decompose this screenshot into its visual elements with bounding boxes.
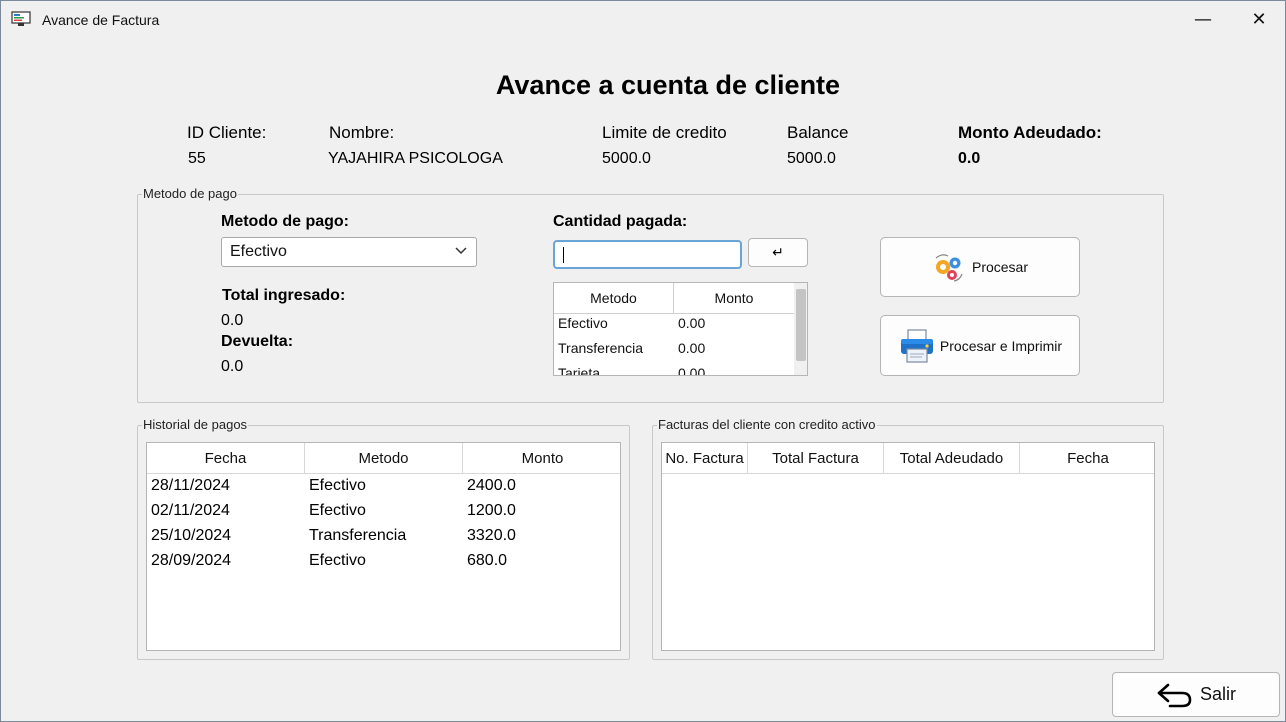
history-date: 02/11/2024 bbox=[151, 502, 230, 519]
amount-paid-input[interactable] bbox=[553, 240, 742, 269]
credit-limit-label: Limite de credito bbox=[602, 123, 727, 142]
monitor-icon bbox=[11, 11, 31, 26]
summary-row[interactable]: Efectivo 0.00 bbox=[554, 314, 794, 339]
owed-amount-value: 0.0 bbox=[958, 150, 981, 167]
amount-paid-label: Cantidad pagada: bbox=[553, 213, 688, 230]
history-method: Efectivo bbox=[309, 477, 366, 494]
summary-amount: 0.00 bbox=[678, 340, 706, 356]
minimize-button[interactable]: — bbox=[1175, 1, 1231, 37]
active-invoices-table[interactable]: No. Factura Total Factura Total Adeudado… bbox=[661, 442, 1155, 651]
close-button[interactable]: ✕ bbox=[1231, 1, 1286, 37]
summary-method: Efectivo bbox=[558, 315, 608, 331]
total-entered-value: 0.0 bbox=[221, 312, 244, 329]
table-row[interactable]: 28/09/2024 Efectivo 680.0 bbox=[147, 552, 620, 577]
change-label: Devuelta: bbox=[221, 333, 294, 350]
summary-col-method[interactable]: Metodo bbox=[554, 283, 674, 314]
app-window: Avance de Factura — ✕ Avance a cuenta de… bbox=[0, 0, 1286, 722]
invoices-col-total[interactable]: Total Factura bbox=[748, 443, 884, 474]
summary-amount: 0.00 bbox=[678, 365, 706, 376]
process-print-button[interactable]: Procesar e Imprimir bbox=[880, 315, 1080, 376]
history-method: Efectivo bbox=[309, 502, 366, 519]
history-amount: 2400.0 bbox=[467, 477, 516, 494]
client-name-value: YAJAHIRA PSICOLOGA bbox=[328, 150, 503, 167]
payment-history-table[interactable]: Fecha Metodo Monto 28/11/2024 Efectivo 2… bbox=[146, 442, 621, 651]
client-name-label: Nombre: bbox=[329, 123, 395, 142]
payment-summary-table[interactable]: Metodo Monto Efectivo 0.00 Transferencia… bbox=[553, 282, 808, 376]
exit-button-label: Salir bbox=[1199, 684, 1236, 704]
process-button[interactable]: Procesar bbox=[880, 237, 1080, 297]
process-print-button-label: Procesar e Imprimir bbox=[939, 337, 1063, 354]
total-entered-label: Total ingresado: bbox=[222, 287, 346, 304]
history-group-title: Historial de pagos bbox=[142, 417, 249, 432]
exit-button[interactable]: Salir bbox=[1112, 672, 1280, 717]
summary-scrollbar[interactable] bbox=[794, 283, 807, 375]
invoices-header: No. Factura Total Factura Total Adeudado… bbox=[662, 443, 1154, 474]
window-title: Avance de Factura bbox=[42, 12, 160, 28]
title-bar: Avance de Factura — ✕ bbox=[1, 1, 1285, 39]
balance-label: Balance bbox=[787, 123, 849, 142]
summary-scrollbar-thumb[interactable] bbox=[796, 289, 806, 361]
history-amount: 1200.0 bbox=[467, 502, 516, 519]
summary-method: Tarjeta bbox=[558, 365, 601, 376]
history-amount: 3320.0 bbox=[467, 527, 516, 544]
chevron-down-icon bbox=[455, 247, 467, 255]
history-date: 28/09/2024 bbox=[151, 552, 232, 569]
history-col-amount[interactable]: Monto bbox=[463, 443, 620, 474]
history-method: Transferencia bbox=[309, 527, 407, 544]
table-row[interactable]: 28/11/2024 Efectivo 2400.0 bbox=[147, 477, 620, 502]
summary-row[interactable]: Tarjeta 0.00 bbox=[554, 364, 794, 376]
history-col-method[interactable]: Metodo bbox=[305, 443, 463, 474]
client-id-label: ID Cliente: bbox=[187, 123, 267, 142]
gears-icon bbox=[935, 254, 963, 282]
history-date: 25/10/2024 bbox=[151, 527, 232, 544]
balance-value: 5000.0 bbox=[787, 150, 836, 167]
payment-group-title: Metodo de pago bbox=[142, 186, 238, 201]
payment-method-select[interactable]: Efectivo bbox=[221, 237, 477, 267]
payment-method-label: Metodo de pago: bbox=[221, 213, 349, 230]
summary-method: Transferencia bbox=[558, 340, 644, 356]
summary-col-amount[interactable]: Monto bbox=[674, 283, 794, 314]
history-col-date[interactable]: Fecha bbox=[147, 443, 305, 474]
summary-amount: 0.00 bbox=[678, 315, 706, 331]
owed-amount-label: Monto Adeudado: bbox=[958, 123, 1102, 142]
client-id-value: 55 bbox=[188, 150, 206, 167]
summary-header: Metodo Monto bbox=[554, 283, 794, 314]
summary-row[interactable]: Transferencia 0.00 bbox=[554, 339, 794, 364]
table-row[interactable]: 02/11/2024 Efectivo 1200.0 bbox=[147, 502, 620, 527]
page-title: Avance a cuenta de cliente bbox=[495, 70, 841, 100]
invoices-col-owed[interactable]: Total Adeudado bbox=[884, 443, 1020, 474]
invoices-col-number[interactable]: No. Factura bbox=[662, 443, 748, 474]
text-caret bbox=[563, 247, 564, 263]
payment-method-selected: Efectivo bbox=[230, 243, 287, 260]
invoices-col-date[interactable]: Fecha bbox=[1020, 443, 1154, 474]
history-amount: 680.0 bbox=[467, 552, 508, 569]
process-button-label: Procesar bbox=[971, 259, 1029, 275]
table-row[interactable]: 25/10/2024 Transferencia 3320.0 bbox=[147, 527, 620, 552]
credit-limit-value: 5000.0 bbox=[602, 150, 651, 167]
enter-button[interactable]: ↵ bbox=[748, 238, 808, 267]
history-header: Fecha Metodo Monto bbox=[147, 443, 620, 474]
return-arrow-icon bbox=[1157, 683, 1192, 707]
printer-icon bbox=[900, 328, 933, 363]
history-method: Efectivo bbox=[309, 552, 366, 569]
history-date: 28/11/2024 bbox=[151, 477, 230, 494]
invoices-group-title: Facturas del cliente con credito activo bbox=[657, 417, 877, 432]
change-value: 0.0 bbox=[221, 358, 244, 375]
